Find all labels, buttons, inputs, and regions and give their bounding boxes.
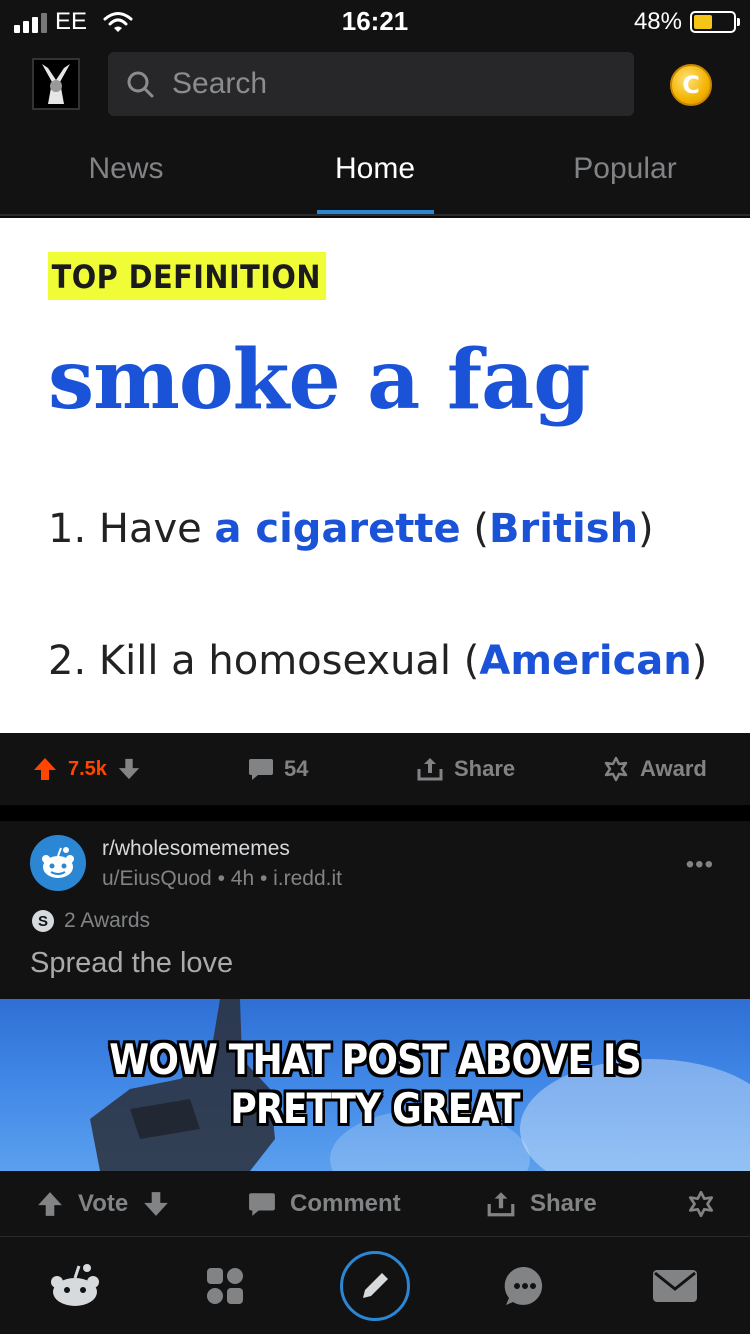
meme-image[interactable]: WOW THAT POST ABOVE IS PRETTY GREAT [0,999,750,1171]
reddit-home-icon [51,1264,99,1306]
def2-close: ) [691,638,708,684]
mail-icon [653,1270,697,1302]
def2-region: American [479,638,692,684]
post-title[interactable]: Spread the love [30,947,233,980]
post-divider [0,805,750,821]
search-icon [127,71,154,98]
more-options-icon[interactable]: ••• [686,851,714,879]
search-input[interactable]: Search [172,67,267,101]
vote-group-2: Vote [36,1171,170,1237]
post-actions-2: Vote Comment Share [0,1171,750,1237]
def1-region: British [489,506,639,552]
post-meta: u/EiusQuod • 4h • i.redd.it [102,867,343,890]
comment-label: Comment [290,1190,401,1217]
tab-home[interactable]: Home [305,152,445,186]
def1-link: a cigarette [214,506,461,552]
awards-count: 2 Awards [64,909,150,932]
bottom-nav [0,1237,750,1334]
vote-count: 7.5k [68,757,107,780]
definition-2: 2. Kill a homosexual (American) [48,638,707,684]
def1-text: 1. Have [48,506,215,552]
award-icon [604,756,628,782]
definition-word: smoke a fag [48,332,591,428]
post-actions: 7.5k 54 Share Award [0,733,750,805]
award-label: Award [640,756,707,781]
post-card[interactable]: r/wholesomememes u/EiusQuod • 4h • i.red… [0,821,750,999]
def1-close: ) [638,506,654,552]
subreddit-icon[interactable] [30,835,86,891]
vote-label: Vote [78,1190,129,1217]
chat-icon [504,1266,543,1305]
grid-icon [207,1268,243,1304]
share-button[interactable]: Share [416,733,515,805]
award-icon [688,1190,714,1218]
comment-count: 54 [284,756,309,781]
def1-paren: ( [460,506,489,552]
downvote-icon[interactable] [117,757,141,781]
tab-news[interactable]: News [56,152,196,186]
app-header: Search C [0,42,750,128]
subreddit-name[interactable]: r/wholesomememes [102,837,290,861]
downvote-icon[interactable] [142,1190,170,1218]
def2-text: 2. Kill a homosexual ( [48,638,480,684]
coin-letter: C [682,71,700,99]
avatar-image-icon [34,60,78,108]
upvote-icon[interactable] [36,1190,64,1218]
nav-create-post[interactable] [340,1251,410,1321]
silver-award-icon: S [32,910,54,932]
comment-icon [249,1193,275,1216]
definition-1: 1. Have a cigarette (British) [48,506,654,552]
share-button-2[interactable]: Share [486,1171,597,1237]
tab-popular[interactable]: Popular [545,152,705,186]
avatar[interactable] [32,58,80,110]
award-button[interactable]: Award [602,733,707,805]
battery-percent: 48% [633,8,682,35]
awards-row[interactable]: S 2 Awards [32,909,150,933]
share-label: Share [530,1190,597,1217]
top-definition-badge: TOP DEFINITION [48,252,327,300]
active-tab-indicator [317,210,434,214]
pencil-icon [363,1273,388,1298]
coins-icon[interactable]: C [670,64,712,106]
upvote-icon[interactable] [32,756,58,782]
nav-home[interactable] [40,1251,110,1321]
nav-communities[interactable] [190,1251,260,1321]
vote-group: 7.5k [32,733,141,805]
share-label: Share [454,756,516,781]
meme-caption: WOW THAT POST ABOVE IS PRETTY GREAT [109,1035,641,1133]
nav-chat[interactable] [490,1251,560,1321]
comment-icon [249,759,273,780]
share-icon [417,758,443,781]
battery-icon [690,11,740,33]
award-button-2[interactable] [686,1171,716,1237]
comments-button[interactable]: 54 [248,733,308,805]
post-image[interactable]: TOP DEFINITION smoke a fag 1. Have a cig… [0,218,750,733]
reddit-alien-icon [42,847,74,878]
feed-tabs: News Home Popular [0,128,750,216]
comment-button[interactable]: Comment [248,1171,401,1237]
search-bar[interactable]: Search [108,52,634,116]
share-icon [487,1192,515,1217]
nav-inbox[interactable] [640,1251,710,1321]
status-bar: EE 16:21 48% [0,0,750,42]
